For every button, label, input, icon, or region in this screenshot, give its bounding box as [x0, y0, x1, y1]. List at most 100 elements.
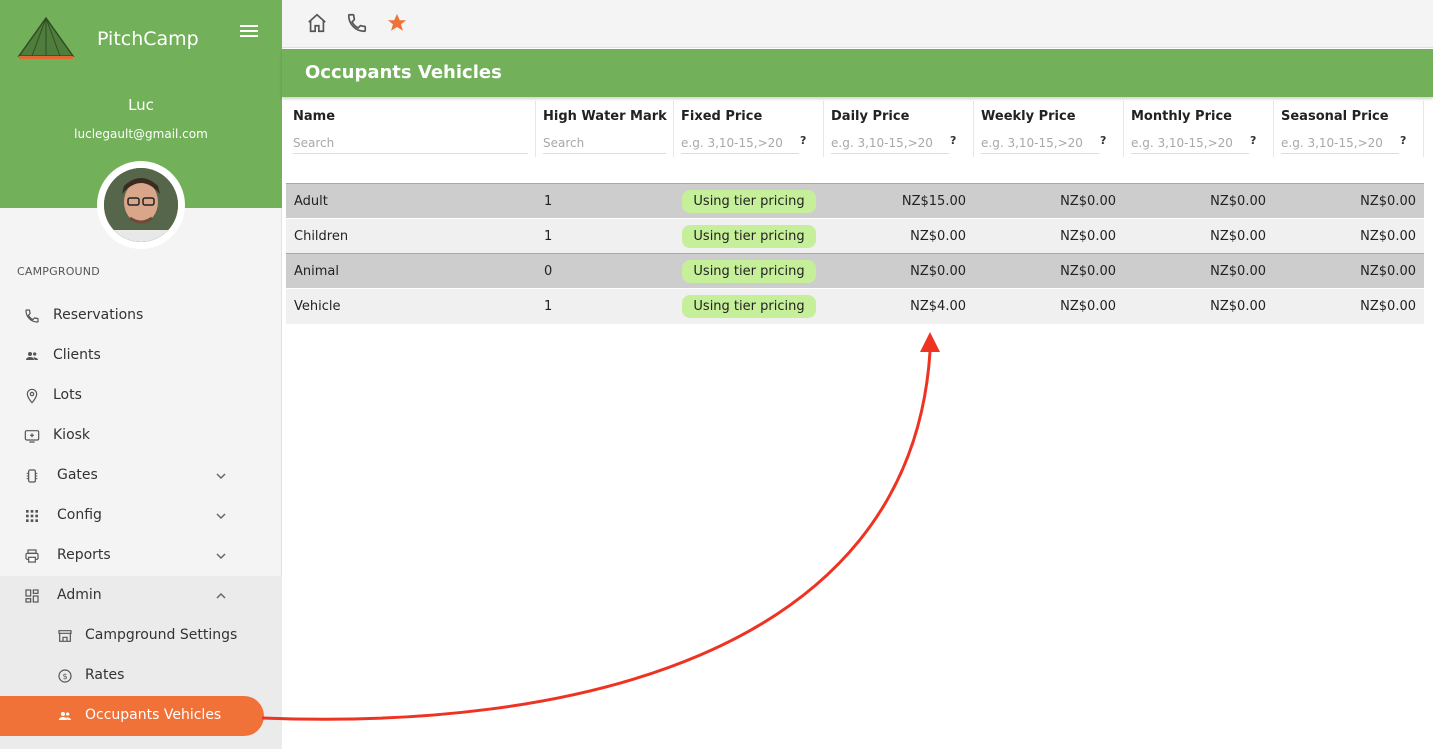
sidebar-item-occupants-vehicles[interactable]: Occupants Vehicles	[0, 696, 264, 736]
cell-name: Adult	[294, 194, 328, 209]
column-header-monthly-price: Monthly Price ?	[1124, 101, 1274, 157]
sidebar-item-clients[interactable]: Clients	[0, 336, 282, 376]
sidebar-item-kiosk[interactable]: Kiosk	[0, 416, 282, 456]
people-icon	[24, 348, 40, 364]
cell-name: Children	[294, 229, 349, 244]
column-header-weekly-price: Weekly Price ?	[974, 101, 1124, 157]
sidebar-item-label: Occupants Vehicles	[85, 707, 222, 723]
sidebar-item-label: Config	[57, 507, 102, 523]
high-water-mark-search-input[interactable]	[543, 132, 666, 154]
column-title: Fixed Price	[681, 109, 763, 124]
help-icon[interactable]: ?	[1100, 134, 1106, 147]
tier-pricing-badge[interactable]: Using tier pricing	[682, 260, 816, 283]
cell-daily-price: NZ$0.00	[910, 264, 966, 279]
table-row[interactable]: Vehicle 1 Using tier pricing NZ$4.00 NZ$…	[286, 289, 1424, 324]
table-row[interactable]: Adult 1 Using tier pricing NZ$15.00 NZ$0…	[286, 183, 1424, 218]
cell-daily-price: NZ$4.00	[910, 299, 966, 314]
sidebar-item-label: Lots	[53, 387, 82, 403]
cell-weekly-price: NZ$0.00	[1060, 299, 1116, 314]
phone-icon[interactable]	[346, 12, 368, 34]
sidebar-item-label: Campground Settings	[85, 627, 238, 643]
page-title: Occupants Vehicles	[305, 62, 502, 83]
cell-weekly-price: NZ$0.00	[1060, 229, 1116, 244]
sidebar-item-reservations[interactable]: Reservations	[0, 296, 282, 336]
cell-monthly-price: NZ$0.00	[1210, 264, 1266, 279]
column-title: Seasonal Price	[1281, 109, 1389, 124]
hamburger-menu-icon[interactable]	[236, 22, 262, 44]
monthly-price-filter-input[interactable]	[1131, 132, 1249, 154]
tier-pricing-badge[interactable]: Using tier pricing	[682, 190, 816, 213]
sidebar-item-lots[interactable]: Lots	[0, 376, 282, 416]
sidebar-item-admin[interactable]: Admin	[0, 576, 282, 616]
cell-seasonal-price: NZ$0.00	[1360, 194, 1416, 209]
sidebar-item-label: Gates	[57, 467, 98, 483]
brand-name: PitchCamp	[97, 28, 199, 50]
cell-weekly-price: NZ$0.00	[1060, 194, 1116, 209]
column-header-high-water-mark: High Water Mark	[536, 101, 674, 157]
sidebar-item-gates[interactable]: Gates	[0, 456, 282, 496]
sidebar-item-label: Kiosk	[53, 427, 91, 443]
gate-icon	[24, 468, 40, 484]
section-label-campground: CAMPGROUND	[17, 265, 100, 278]
cell-high-water-mark: 1	[544, 299, 553, 314]
kiosk-icon	[24, 428, 40, 444]
seasonal-price-filter-input[interactable]	[1281, 132, 1399, 154]
cell-high-water-mark: 0	[544, 264, 553, 279]
people-icon	[57, 708, 73, 724]
sidebar-item-label: Admin	[57, 587, 102, 603]
name-search-input[interactable]	[293, 132, 528, 154]
column-header-seasonal-price: Seasonal Price ?	[1274, 101, 1424, 157]
cell-name: Animal	[294, 264, 339, 279]
cell-monthly-price: NZ$0.00	[1210, 229, 1266, 244]
help-icon[interactable]: ?	[1250, 134, 1256, 147]
sidebar-item-label: Reservations	[53, 307, 144, 323]
sidebar-item-campground-settings[interactable]: Campground Settings	[0, 616, 282, 656]
cell-seasonal-price: NZ$0.00	[1360, 299, 1416, 314]
column-title: High Water Mark	[543, 109, 667, 124]
home-icon[interactable]	[306, 12, 328, 34]
cell-monthly-price: NZ$0.00	[1210, 299, 1266, 314]
help-icon[interactable]: ?	[950, 134, 956, 147]
sidebar: PitchCamp Luc luclegault@gmail.com CAMPG…	[0, 0, 282, 749]
tier-pricing-badge[interactable]: Using tier pricing	[682, 225, 816, 248]
weekly-price-filter-input[interactable]	[981, 132, 1099, 154]
page-header: Occupants Vehicles	[282, 49, 1433, 97]
sidebar-item-rates[interactable]: $ Rates	[0, 656, 282, 696]
daily-price-filter-input[interactable]	[831, 132, 949, 154]
column-title: Daily Price	[831, 109, 910, 124]
fixed-price-filter-input[interactable]	[681, 132, 799, 154]
table-row[interactable]: Children 1 Using tier pricing NZ$0.00 NZ…	[286, 219, 1424, 254]
cell-daily-price: NZ$15.00	[901, 194, 966, 209]
table-row[interactable]: Animal 0 Using tier pricing NZ$0.00 NZ$0…	[286, 253, 1424, 288]
tier-pricing-badge[interactable]: Using tier pricing	[682, 295, 816, 318]
column-header-name: Name	[286, 101, 536, 157]
column-title: Name	[293, 109, 336, 124]
avatar[interactable]	[97, 161, 185, 249]
user-name: Luc	[128, 96, 154, 114]
star-icon[interactable]	[386, 12, 408, 34]
chevron-down-icon	[214, 549, 228, 563]
grid-icon	[24, 508, 40, 524]
column-title: Monthly Price	[1131, 109, 1232, 124]
sidebar-item-label: Clients	[53, 347, 101, 363]
sidebar-item-reports[interactable]: Reports	[0, 536, 282, 576]
user-email: luclegault@gmail.com	[74, 127, 208, 141]
column-title: Weekly Price	[981, 109, 1076, 124]
chevron-down-icon	[214, 469, 228, 483]
help-icon[interactable]: ?	[800, 134, 806, 147]
cell-monthly-price: NZ$0.00	[1210, 194, 1266, 209]
cell-seasonal-price: NZ$0.00	[1360, 264, 1416, 279]
cell-daily-price: NZ$0.00	[910, 229, 966, 244]
dashboard-icon	[24, 588, 40, 604]
store-icon	[57, 628, 73, 644]
tent-logo-icon	[16, 16, 76, 60]
column-header-daily-price: Daily Price ?	[824, 101, 974, 157]
cell-name: Vehicle	[294, 299, 341, 314]
help-icon[interactable]: ?	[1400, 134, 1406, 147]
top-bar	[282, 0, 1433, 48]
phone-icon	[24, 308, 40, 324]
cell-high-water-mark: 1	[544, 229, 553, 244]
sidebar-item-config[interactable]: Config	[0, 496, 282, 536]
sidebar-item-label: Rates	[85, 667, 125, 683]
cell-high-water-mark: 1	[544, 194, 553, 209]
